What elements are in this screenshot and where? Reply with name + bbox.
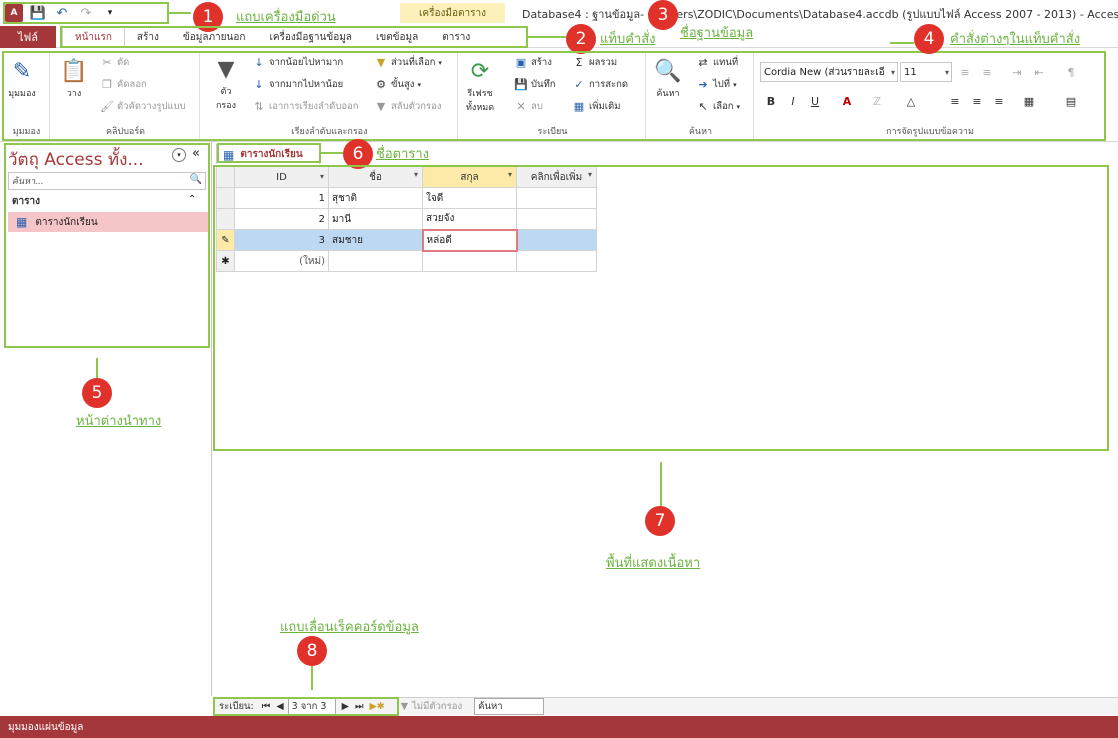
status-text: มุมมองแผ่นข้อมูล (8, 721, 84, 733)
annotation-label-6: ชื่อตาราง (376, 147, 430, 162)
tab-file[interactable]: ไฟล์ (0, 26, 56, 48)
record-search-input[interactable]: ค้นหา (474, 698, 545, 715)
annotation-label-7: พื้นที่แสดงเนื้อหา (606, 556, 701, 571)
annotation-arrow-2 (528, 36, 566, 38)
window-title: Database4 : ฐานข้อมูล- C:\Users\ZODIC\Do… (522, 8, 1118, 21)
annotation-label-4: คำสั่งต่างๆในแท็บคำสั่ง (950, 32, 1081, 47)
annotation-box-2 (60, 26, 528, 48)
annotation-arrow-5 (96, 358, 98, 378)
no-filter-indicator[interactable]: ไม่มีตัวกรอง (412, 699, 462, 714)
annotation-box-8 (213, 697, 399, 716)
annotation-label-8: แถบเลื่อนเร็คคอร์ดข้อมูล (280, 620, 419, 635)
annotation-label-3: ชื่อฐานข้อมูล (680, 26, 754, 41)
annotation-arrow-8 (311, 666, 313, 690)
annotation-arrow-6 (321, 152, 343, 154)
table-tools-context-label: เครื่องมือตาราง (400, 3, 505, 23)
annotation-number-3: 3 (648, 0, 678, 30)
annotation-label-5: หน้าต่างนำทาง (76, 414, 162, 429)
annotation-arrow-4 (890, 42, 914, 44)
annotation-number-5: 5 (82, 378, 112, 408)
annotation-box-5 (4, 143, 210, 348)
annotation-label-1: แถบเครื่องมือด่วน (236, 10, 336, 25)
annotation-box-6 (217, 143, 321, 163)
annotation-arrow-1 (169, 12, 191, 14)
funnel-icon: ▼ (400, 701, 409, 712)
annotation-box-7 (213, 165, 1109, 451)
annotation-label-2: แท็บคำสั่ง (600, 32, 656, 47)
annotation-number-8: 8 (297, 636, 327, 666)
annotation-box-4 (2, 51, 1106, 141)
annotation-number-4: 4 (914, 24, 944, 54)
annotation-box-1 (3, 2, 169, 24)
annotation-number-7: 7 (645, 506, 675, 536)
annotation-arrow-7 (660, 462, 662, 506)
annotation-number-2: 2 (566, 24, 596, 54)
status-bar: มุมมองแผ่นข้อมูล (0, 716, 1118, 738)
